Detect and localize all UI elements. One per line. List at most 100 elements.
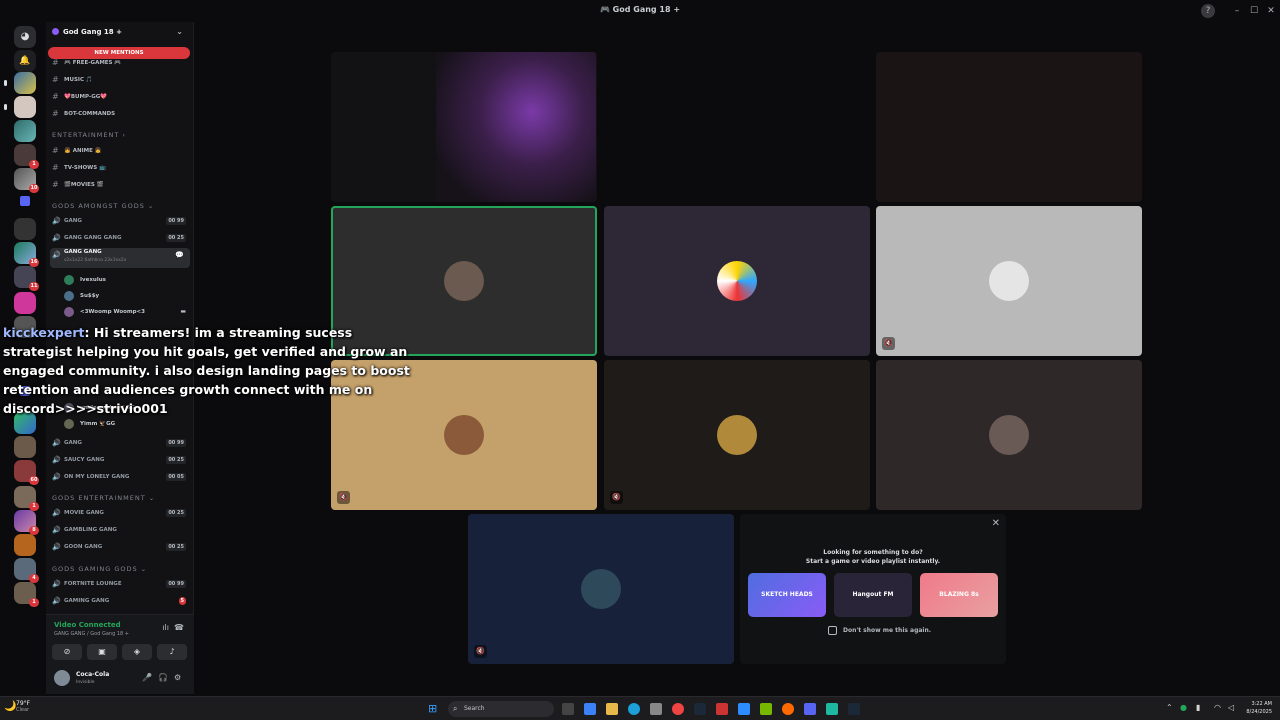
screen-share-button[interactable]: ▣ xyxy=(87,644,117,660)
video-tile[interactable] xyxy=(331,52,597,202)
gear-icon[interactable]: ⚙ xyxy=(174,673,181,682)
minimize-button[interactable]: – xyxy=(1230,4,1244,18)
server-icon[interactable] xyxy=(14,436,36,458)
video-tile[interactable]: 🔇 xyxy=(876,206,1142,356)
clock[interactable]: 3:22 AM 8/24/2025 xyxy=(1246,700,1272,716)
server-icon[interactable]: 11 xyxy=(14,266,39,291)
voice-member[interactable]: <3Woomp Woomp<3 ▬ xyxy=(46,305,193,319)
channel-anime[interactable]: # 👧 ANIME 👧 xyxy=(46,144,193,158)
server-icon[interactable]: 8 xyxy=(14,510,39,535)
soundboard-button[interactable]: ♪ xyxy=(157,644,187,660)
windows-icon[interactable]: ⊞ xyxy=(428,702,441,715)
firefox-icon[interactable] xyxy=(782,703,794,715)
channel-music[interactable]: # MUSIC 🎵 xyxy=(46,73,193,87)
voice-channel-gang-gang[interactable]: 🔊 GANG GANG s2x1x22 6athlina 23x3xx2x 💬 xyxy=(50,248,190,268)
video-tile[interactable] xyxy=(876,360,1142,510)
voice-channel-gang-2[interactable]: 🔊 GANG 00 99 xyxy=(46,436,193,450)
user-area[interactable]: Coca-Cola Invisible 🎤 🎧 ⚙ xyxy=(54,668,188,690)
category-gods-gaming[interactable]: GODS GAMING GODS ⌄ xyxy=(46,562,193,576)
video-tile[interactable]: 🔇 xyxy=(468,514,734,664)
video-tile[interactable] xyxy=(876,52,1142,202)
video-tile[interactable] xyxy=(604,206,870,356)
voice-channel-gang[interactable]: 🔊 GANG 00 99 xyxy=(46,214,193,228)
steam-icon[interactable] xyxy=(848,703,860,715)
voice-channel-gaming-gang[interactable]: 🔊 GAMING GANG 5 xyxy=(46,594,193,608)
server-icon[interactable]: 60 xyxy=(14,460,39,485)
voice-channel-goon-gang[interactable]: 🔊 GOON GANG 00 25 xyxy=(46,540,193,554)
channel-tv-shows[interactable]: # TV-SHOWS 📺 xyxy=(46,161,193,175)
activity-card-hangout-fm[interactable]: Hangout FM xyxy=(834,573,912,617)
tray-app-icon[interactable]: ▮ xyxy=(1196,703,1200,712)
voice-member[interactable]: Yimm 🦅GG xyxy=(46,417,193,431)
server-icon[interactable]: 1 xyxy=(14,144,39,169)
server-icon[interactable]: 10 xyxy=(14,168,39,193)
file-explorer-icon[interactable] xyxy=(606,703,618,715)
maximize-button[interactable]: ☐ xyxy=(1247,4,1261,18)
headphones-icon[interactable]: 🎧 xyxy=(158,673,168,682)
close-icon[interactable]: ✕ xyxy=(992,518,1000,529)
category-entertainment[interactable]: ENTERTAINMENT › xyxy=(46,128,193,142)
wifi-icon[interactable]: ◠ xyxy=(1214,703,1221,712)
edge-icon[interactable] xyxy=(628,703,640,715)
channel-movies[interactable]: # 🎬MOVIES 🎬 xyxy=(46,178,193,192)
server-icon[interactable] xyxy=(14,120,36,142)
server-header[interactable]: God Gang 18 + ⌄ xyxy=(46,22,193,44)
bell-icon[interactable]: 🔔 xyxy=(14,50,36,72)
volume-icon[interactable]: ◁ xyxy=(1228,703,1234,712)
activity-card-sketch-heads[interactable]: SKETCH HEADS xyxy=(748,573,826,617)
close-button[interactable]: ✕ xyxy=(1264,4,1278,18)
channel-bot-commands[interactable]: # BOT-COMMANDS xyxy=(46,107,193,121)
voice-channel-saucy-gang[interactable]: 🔊 SAUCY GANG 00 25 xyxy=(46,453,193,467)
server-icon[interactable]: 16 xyxy=(14,242,39,267)
voice-channel-fortnite[interactable]: 🔊 FORTNITE LOUNGE 00 99 xyxy=(46,577,193,591)
zoom-icon[interactable] xyxy=(738,703,750,715)
activity-button[interactable]: ◈ xyxy=(122,644,152,660)
steam-icon[interactable] xyxy=(694,703,706,715)
voice-channel-gambling-gang[interactable]: 🔊 GAMBLING GANG xyxy=(46,523,193,537)
channel-free-games[interactable]: # 🎮 FREE-GAMES 🎮 xyxy=(46,56,193,70)
server-icon[interactable] xyxy=(14,534,36,556)
chat-icon[interactable]: 💬 xyxy=(175,248,184,262)
app-icon[interactable] xyxy=(716,703,728,715)
folder-icon[interactable] xyxy=(20,196,30,206)
server-icon[interactable]: 1 xyxy=(14,486,39,511)
store-icon[interactable] xyxy=(650,703,662,715)
server-icon[interactable]: 4 xyxy=(14,558,39,583)
speaker-icon: 🔊 xyxy=(52,234,61,242)
server-icon[interactable] xyxy=(4,72,36,94)
search-box[interactable]: ⌕ Search xyxy=(448,701,554,717)
server-icon[interactable] xyxy=(14,292,36,314)
help-icon[interactable]: ? xyxy=(1201,4,1215,18)
disconnect-icon[interactable]: ☎ xyxy=(174,623,184,632)
voice-member[interactable]: Su$$y xyxy=(46,289,193,303)
dont-show-checkbox[interactable] xyxy=(828,626,837,635)
voice-channel-lonely-gang[interactable]: 🔊 ON MY LONELY GANG 00 05 xyxy=(46,470,193,484)
chevron-down-icon[interactable]: ⌄ xyxy=(176,27,183,36)
speaker-icon: 🔊 xyxy=(52,473,61,481)
channel-bump[interactable]: # 💖BUMP-GG💖 xyxy=(46,90,193,104)
mic-icon[interactable]: 🎤 xyxy=(142,673,152,682)
server-icon[interactable]: 1 xyxy=(14,582,39,607)
category-gods-entertainment[interactable]: GODS ENTERTAINMENT ⌄ xyxy=(46,491,193,505)
activity-card-blazing-8s[interactable]: BLAZING 8s xyxy=(920,573,998,617)
home-button[interactable]: ◕ xyxy=(14,26,36,48)
chevron-up-icon[interactable]: ⌃ xyxy=(1166,703,1173,712)
voice-location[interactable]: GANG GANG / God Gang 18 + xyxy=(54,631,129,637)
chrome-icon[interactable] xyxy=(672,703,684,715)
app-icon[interactable] xyxy=(826,703,838,715)
server-icon[interactable] xyxy=(14,218,36,240)
voice-channel-gang-gang-gang[interactable]: 🔊 GANG GANG GANG 00 25 xyxy=(46,231,193,245)
voice-channel-movie-gang[interactable]: 🔊 MOVIE GANG 00 25 xyxy=(46,506,193,520)
copilot-icon[interactable] xyxy=(584,703,596,715)
server-icon[interactable] xyxy=(4,96,36,118)
signal-icon[interactable]: ılı xyxy=(162,623,169,632)
video-tile[interactable]: 🔇 xyxy=(604,360,870,510)
task-view-icon[interactable] xyxy=(562,703,574,715)
camera-button[interactable]: ⊘ xyxy=(52,644,82,660)
discord-icon[interactable] xyxy=(804,703,816,715)
weather-widget[interactable]: 79°F Clear xyxy=(16,700,30,713)
tray-app-icon[interactable]: ● xyxy=(1180,703,1187,712)
voice-member[interactable]: Ivexulus xyxy=(46,273,193,287)
nvidia-icon[interactable] xyxy=(760,703,772,715)
category-gods-amongst-gods[interactable]: GODS AMONGST GODS ⌄ xyxy=(46,199,193,213)
